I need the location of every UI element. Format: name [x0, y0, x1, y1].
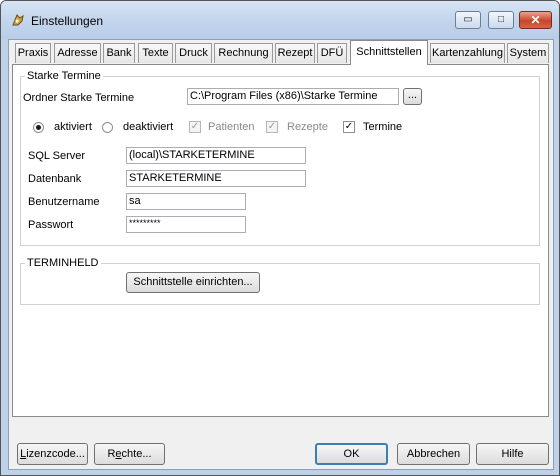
checkbox-recipes: ✓ [266, 121, 278, 133]
license-code-button[interactable]: Lizenzcode... [17, 443, 88, 465]
username-label: Benutzername [28, 196, 100, 208]
checkbox-recipes-label: Rezepte [287, 121, 328, 133]
tab-rechnung[interactable]: Rechnung [214, 43, 273, 63]
radio-activated[interactable] [33, 122, 44, 133]
close-button[interactable]: ✕ [519, 11, 552, 29]
tab-adresse[interactable]: Adresse [54, 43, 101, 63]
radio-deactivated[interactable] [102, 122, 113, 133]
maximize-icon: □ [497, 14, 505, 25]
settings-window: Einstellungen ▭ □ ✕ Praxis Adresse Bank … [0, 0, 560, 476]
tab-rezept[interactable]: Rezept [275, 43, 315, 63]
cancel-button[interactable]: Abbrechen [397, 443, 470, 465]
tab-praxis[interactable]: Praxis [15, 43, 51, 63]
maximize-button[interactable]: □ [488, 11, 514, 29]
terminheld-group [20, 263, 540, 305]
schnittstellen-panel: Starke Termine Ordner Starke Termine C:\… [12, 64, 549, 417]
terminheld-legend: TERMINHELD [25, 257, 101, 269]
minimize-icon: ▭ [463, 14, 473, 25]
checkbox-patients: ✓ [189, 121, 201, 133]
tab-dfue[interactable]: DFÜ [317, 43, 347, 63]
app-icon [12, 14, 24, 26]
tab-kartenzahlung[interactable]: Kartenzahlung [430, 43, 505, 63]
database-input[interactable]: STARKETERMINE [126, 170, 306, 187]
folder-input[interactable]: C:\Program Files (x86)\Starke Termine [187, 88, 399, 105]
sql-server-label: SQL Server [28, 150, 86, 162]
tab-system[interactable]: System [507, 43, 549, 63]
database-label: Datenbank [28, 173, 82, 185]
help-button[interactable]: Hilfe [476, 443, 549, 465]
dialog-client-area: Praxis Adresse Bank Texte Druck Rechnung… [8, 39, 554, 470]
checkbox-patients-label: Patienten [208, 121, 255, 133]
username-input[interactable]: sa [126, 193, 246, 210]
folder-label: Ordner Starke Termine [23, 92, 135, 104]
radio-selected-dot [36, 125, 41, 130]
title-bar[interactable]: Einstellungen ▭ □ ✕ [1, 1, 559, 39]
tab-texte[interactable]: Texte [138, 43, 173, 63]
tab-druck[interactable]: Druck [175, 43, 212, 63]
window-title: Einstellungen [31, 14, 104, 28]
browse-folder-button[interactable]: ... [403, 88, 422, 105]
close-icon: ✕ [530, 13, 541, 27]
tab-schnittstellen[interactable]: Schnittstellen [350, 40, 428, 65]
ok-button[interactable]: OK [315, 443, 388, 465]
password-input[interactable]: ********* [126, 216, 246, 233]
radio-deactivated-label[interactable]: deaktiviert [123, 121, 173, 133]
sql-server-input[interactable]: (local)\STARKETERMINE [126, 147, 306, 164]
radio-activated-label[interactable]: aktiviert [54, 121, 92, 133]
tab-bank[interactable]: Bank [103, 43, 135, 63]
checkbox-dates-label[interactable]: Termine [363, 121, 402, 133]
starke-termine-legend: Starke Termine [25, 70, 103, 82]
rights-button[interactable]: Rechte... [94, 443, 165, 465]
checkbox-dates[interactable]: ✓ [343, 121, 355, 133]
minimize-button[interactable]: ▭ [455, 11, 481, 29]
setup-interface-button[interactable]: Schnittstelle einrichten... [126, 272, 260, 293]
password-label: Passwort [28, 219, 74, 231]
